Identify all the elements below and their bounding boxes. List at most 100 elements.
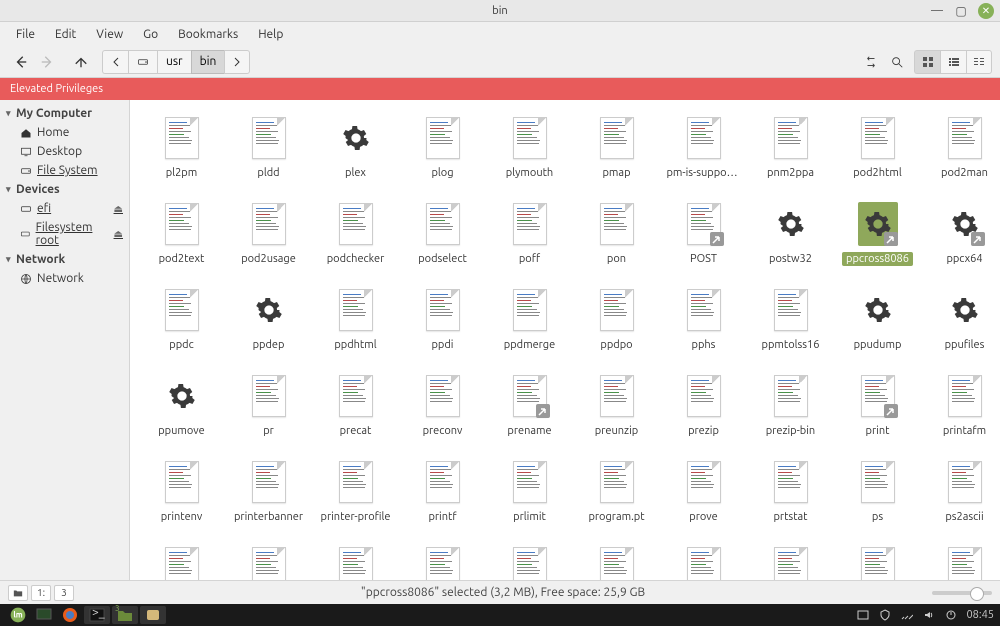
file-item[interactable]: ppdmerge	[486, 286, 573, 352]
file-item[interactable]: prove	[660, 458, 747, 524]
file-item[interactable]: ppcx64	[921, 200, 1000, 266]
file-item[interactable]: printafm	[921, 372, 1000, 438]
file-item[interactable]: print	[834, 372, 921, 438]
zoom-slider[interactable]	[932, 591, 992, 595]
menu-view[interactable]: View	[88, 26, 131, 43]
status-tab-places[interactable]	[8, 585, 28, 601]
search-button[interactable]	[884, 50, 910, 74]
file-item[interactable]: prlimit	[486, 458, 573, 524]
back-button[interactable]	[8, 50, 34, 74]
file-item[interactable]: ppdc	[138, 286, 225, 352]
file-item[interactable]: ps2pdf14	[486, 544, 573, 580]
file-item[interactable]: precat	[312, 372, 399, 438]
sidebar-item-desktop[interactable]: Desktop	[0, 142, 129, 161]
file-item[interactable]: ppudump	[834, 286, 921, 352]
file-item[interactable]: ps2pdf	[225, 544, 312, 580]
file-item[interactable]: ps2pdf13	[399, 544, 486, 580]
path-segment-bin[interactable]: bin	[191, 50, 225, 74]
path-prev-button[interactable]	[102, 50, 128, 74]
file-item[interactable]: ppcross8086	[834, 200, 921, 266]
minimize-button[interactable]: —	[930, 4, 944, 18]
sidebar-cat-devices[interactable]: ▾Devices	[0, 180, 129, 199]
path-root-button[interactable]	[128, 50, 157, 74]
sidebar-item-efi[interactable]: efi ⏏	[0, 199, 129, 218]
file-item[interactable]: POST	[660, 200, 747, 266]
file-item[interactable]: ppdi	[399, 286, 486, 352]
start-menu-button[interactable]: lm	[6, 606, 30, 624]
file-item[interactable]: pmap	[573, 114, 660, 180]
menu-help[interactable]: Help	[250, 26, 291, 43]
status-tab-1[interactable]: 1:	[31, 585, 51, 601]
file-item[interactable]: printf	[399, 458, 486, 524]
clock[interactable]: 08:45	[966, 609, 994, 621]
sidebar-cat-computer[interactable]: ▾My Computer	[0, 104, 129, 123]
file-item[interactable]: pod2usage	[225, 200, 312, 266]
tray-network-icon[interactable]	[900, 608, 914, 622]
file-item[interactable]: ppdhtml	[312, 286, 399, 352]
file-item[interactable]: prezip	[660, 372, 747, 438]
file-item[interactable]: ps2ps2	[747, 544, 834, 580]
file-item[interactable]: prename	[486, 372, 573, 438]
file-item[interactable]: poff	[486, 200, 573, 266]
sidebar-item-network[interactable]: Network	[0, 269, 129, 288]
sidebar-item-fsroot[interactable]: Filesystem root ⏏	[0, 218, 129, 250]
taskbar-app-firefox[interactable]	[58, 606, 82, 624]
file-item[interactable]: preconv	[399, 372, 486, 438]
menu-file[interactable]: File	[8, 26, 43, 43]
taskbar-app-files[interactable]: 3	[112, 606, 138, 624]
file-item[interactable]: postw32	[747, 200, 834, 266]
file-item[interactable]: ps2ps	[660, 544, 747, 580]
forward-button[interactable]	[34, 50, 60, 74]
list-view-button[interactable]	[940, 50, 966, 74]
file-item[interactable]: prezip-bin	[747, 372, 834, 438]
tray-update-icon[interactable]	[856, 608, 870, 622]
sidebar-item-filesystem[interactable]: File System	[0, 161, 129, 180]
taskbar-app-other[interactable]	[140, 606, 166, 624]
file-item[interactable]: ps2ascii	[921, 458, 1000, 524]
tray-volume-icon[interactable]	[922, 608, 936, 622]
file-item[interactable]: ps2txt	[834, 544, 921, 580]
file-item[interactable]: plog	[399, 114, 486, 180]
file-item[interactable]: prtstat	[747, 458, 834, 524]
file-item[interactable]: psfaddtable	[921, 544, 1000, 580]
file-item[interactable]: podchecker	[312, 200, 399, 266]
file-item[interactable]: pod2text	[138, 200, 225, 266]
file-item[interactable]: ps2epsi	[138, 544, 225, 580]
icon-view-button[interactable]	[914, 50, 940, 74]
menu-go[interactable]: Go	[135, 26, 166, 43]
file-item[interactable]: podselect	[399, 200, 486, 266]
file-item[interactable]: ppdep	[225, 286, 312, 352]
file-item[interactable]: ps2pdf12	[312, 544, 399, 580]
file-item[interactable]: pnm2ppa	[747, 114, 834, 180]
close-button[interactable]: ✕	[978, 3, 994, 19]
tray-power-icon[interactable]	[944, 608, 958, 622]
file-item[interactable]: program.pt	[573, 458, 660, 524]
file-item[interactable]: pon	[573, 200, 660, 266]
file-item[interactable]: ppdpo	[573, 286, 660, 352]
compact-view-button[interactable]	[966, 50, 992, 74]
file-item[interactable]: pldd	[225, 114, 312, 180]
eject-icon[interactable]: ⏏	[114, 203, 123, 215]
file-item[interactable]: ppumove	[138, 372, 225, 438]
path-segment-usr[interactable]: usr	[157, 50, 191, 74]
file-item[interactable]: printerbanner	[225, 458, 312, 524]
sidebar-cat-network[interactable]: ▾Network	[0, 250, 129, 269]
file-item[interactable]: ppufiles	[921, 286, 1000, 352]
file-pane[interactable]: pl2pmplddplexplogplymouthpmappm-is-suppo…	[130, 100, 1000, 580]
eject-icon[interactable]: ⏏	[114, 228, 123, 240]
file-item[interactable]: ps	[834, 458, 921, 524]
file-item[interactable]: printenv	[138, 458, 225, 524]
file-item[interactable]: pphs	[660, 286, 747, 352]
file-item[interactable]: preunzip	[573, 372, 660, 438]
maximize-button[interactable]: ▢	[954, 4, 968, 18]
file-item[interactable]: pod2html	[834, 114, 921, 180]
path-next-button[interactable]	[224, 50, 250, 74]
file-item[interactable]: pl2pm	[138, 114, 225, 180]
file-item[interactable]: printer-profile	[312, 458, 399, 524]
file-item[interactable]: ppmtolss16	[747, 286, 834, 352]
taskbar-app-terminal[interactable]: >_	[84, 606, 110, 624]
file-item[interactable]: ps2pdfwr	[573, 544, 660, 580]
show-desktop-button[interactable]	[32, 606, 56, 624]
sidebar-item-home[interactable]: Home	[0, 123, 129, 142]
file-item[interactable]: plymouth	[486, 114, 573, 180]
